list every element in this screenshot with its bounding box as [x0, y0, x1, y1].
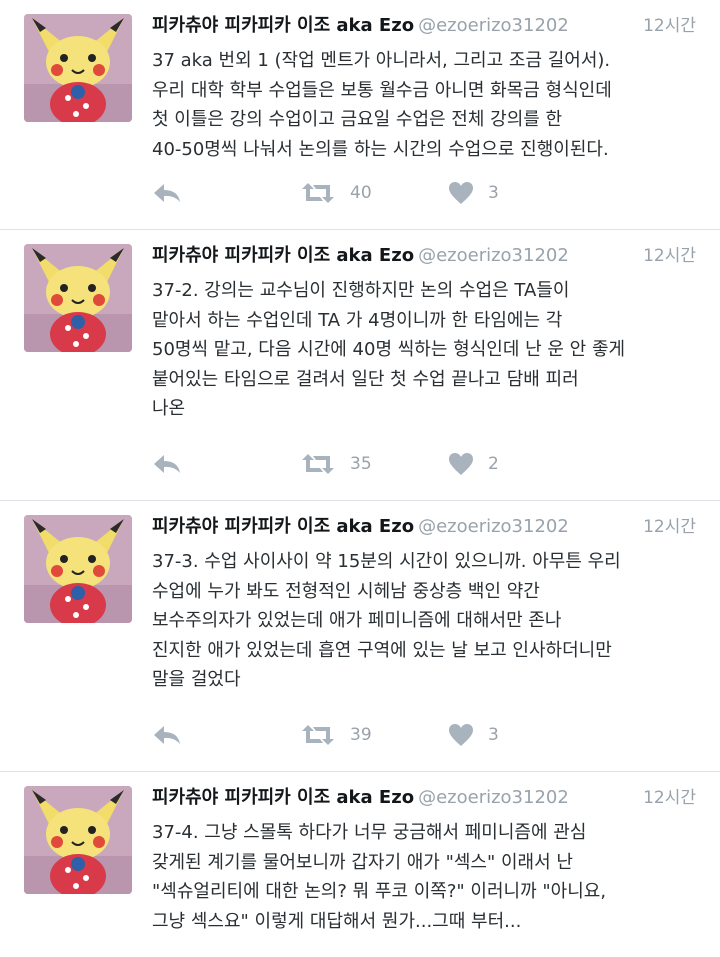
- retweet-icon: [302, 183, 334, 203]
- like-button[interactable]: 3: [448, 720, 499, 750]
- like-button[interactable]: 2: [448, 449, 499, 479]
- tweet[interactable]: 피카츄야 피카피카 이조 aka Ezo @ezoerizo31202 12시간 …: [0, 501, 720, 772]
- timestamp[interactable]: 12시간: [643, 784, 696, 812]
- tweet-text: 37-4. 그냥 스몰톡 하다가 너무 궁금해서 페미니즘에 관심 갖게된 계기…: [152, 822, 607, 932]
- avatar[interactable]: [24, 244, 132, 352]
- retweet-count: 39: [350, 725, 372, 745]
- reply-icon: [154, 184, 180, 202]
- like-count: 2: [488, 454, 499, 474]
- reply-icon: [154, 726, 180, 744]
- reply-button[interactable]: [152, 178, 182, 208]
- tweet-header: 피카츄야 피카피카 이조 aka Ezo @ezoerizo31202 12시간: [152, 12, 696, 46]
- retweet-count: 40: [350, 183, 372, 203]
- retweet-button[interactable]: 40: [300, 178, 372, 208]
- tweet-text: 37 aka 번외 1 (작업 멘트가 아니라서, 그리고 조금 길어서). 우…: [152, 50, 612, 160]
- like-count: 3: [488, 725, 499, 745]
- tweet-content: 피카츄야 피카피카 이조 aka Ezo @ezoerizo31202 12시간 …: [152, 513, 696, 695]
- avatar[interactable]: [24, 786, 132, 894]
- avatar-pikachu-plush-icon: [24, 786, 132, 894]
- avatar-pikachu-plush-icon: [24, 515, 132, 623]
- like-count: 3: [488, 183, 499, 203]
- timestamp[interactable]: 12시간: [643, 242, 696, 270]
- screen-name[interactable]: @ezoerizo31202: [418, 245, 569, 266]
- tweet[interactable]: 피카츄야 피카피카 이조 aka Ezo @ezoerizo31202 12시간 …: [0, 230, 720, 501]
- display-name[interactable]: 피카츄야 피카피카 이조 aka Ezo: [152, 787, 414, 808]
- avatar[interactable]: [24, 515, 132, 623]
- reply-button[interactable]: [152, 720, 182, 750]
- avatar-pikachu-plush-icon: [24, 14, 132, 122]
- like-button[interactable]: 3: [448, 178, 499, 208]
- retweet-count: 35: [350, 454, 372, 474]
- tweet[interactable]: 피카츄야 피카피카 이조 aka Ezo @ezoerizo31202 12시간 …: [0, 0, 720, 230]
- tweet-header: 피카츄야 피카피카 이조 aka Ezo @ezoerizo31202 12시간: [152, 784, 696, 818]
- tweet-text: 37-2. 강의는 교수님이 진행하지만 논의 수업은 TA들이 맡아서 하는 …: [152, 280, 626, 419]
- screen-name[interactable]: @ezoerizo31202: [418, 516, 569, 537]
- display-name[interactable]: 피카츄야 피카피카 이조 aka Ezo: [152, 15, 414, 36]
- tweet-header: 피카츄야 피카피카 이조 aka Ezo @ezoerizo31202 12시간: [152, 513, 696, 547]
- reply-icon: [154, 455, 180, 473]
- retweet-icon: [302, 725, 334, 745]
- avatar-pikachu-plush-icon: [24, 244, 132, 352]
- screen-name[interactable]: @ezoerizo31202: [418, 15, 569, 36]
- like-icon: [449, 453, 473, 475]
- tweet-actions: 35 2: [152, 449, 552, 479]
- avatar[interactable]: [24, 14, 132, 122]
- retweet-button[interactable]: 35: [300, 449, 372, 479]
- tweet-content: 피카츄야 피카피카 이조 aka Ezo @ezoerizo31202 12시간 …: [152, 242, 696, 424]
- tweet-content: 피카츄야 피카피카 이조 aka Ezo @ezoerizo31202 12시간 …: [152, 784, 696, 936]
- like-icon: [449, 182, 473, 204]
- retweet-icon: [302, 454, 334, 474]
- like-icon: [449, 724, 473, 746]
- display-name[interactable]: 피카츄야 피카피카 이조 aka Ezo: [152, 516, 414, 537]
- screen-name[interactable]: @ezoerizo31202: [418, 787, 569, 808]
- reply-button[interactable]: [152, 449, 182, 479]
- tweet-actions: 39 3: [152, 720, 552, 750]
- timestamp[interactable]: 12시간: [643, 513, 696, 541]
- timestamp[interactable]: 12시간: [643, 12, 696, 40]
- tweet[interactable]: 피카츄야 피카피카 이조 aka Ezo @ezoerizo31202 12시간 …: [0, 772, 720, 957]
- retweet-button[interactable]: 39: [300, 720, 372, 750]
- tweet-actions: 40 3: [152, 178, 552, 208]
- timeline: 피카츄야 피카피카 이조 aka Ezo @ezoerizo31202 12시간 …: [0, 0, 720, 957]
- tweet-header: 피카츄야 피카피카 이조 aka Ezo @ezoerizo31202 12시간: [152, 242, 696, 276]
- display-name[interactable]: 피카츄야 피카피카 이조 aka Ezo: [152, 245, 414, 266]
- tweet-text: 37-3. 수업 사이사이 약 15분의 시간이 있으니까. 아무튼 우리 수업…: [152, 551, 621, 690]
- tweet-content: 피카츄야 피카피카 이조 aka Ezo @ezoerizo31202 12시간 …: [152, 12, 696, 164]
